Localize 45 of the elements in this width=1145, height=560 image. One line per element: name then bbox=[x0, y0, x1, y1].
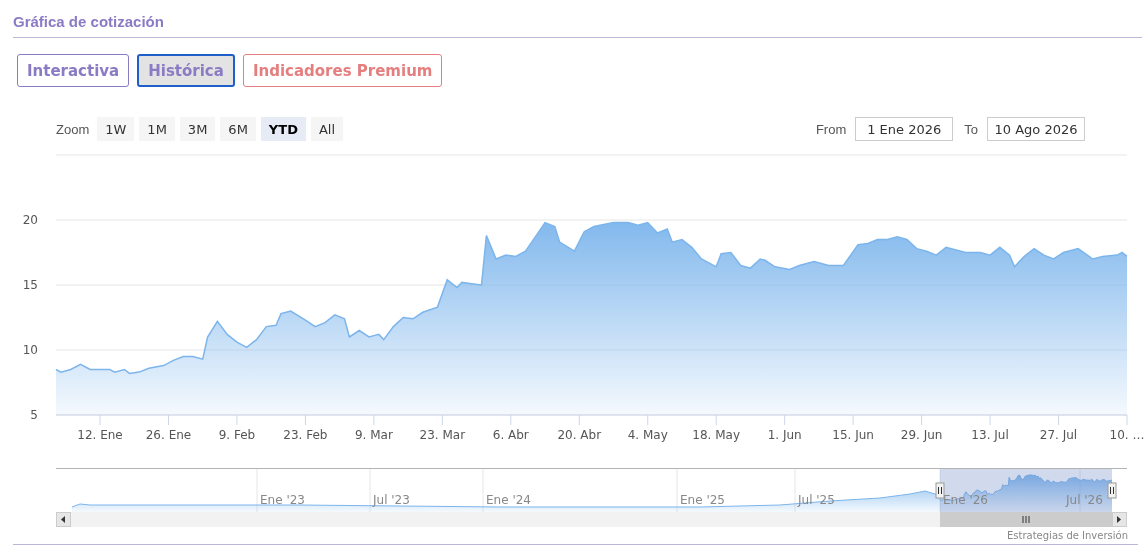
x-axis-label: 15. Jun bbox=[832, 428, 874, 442]
y-axis-label: 5 bbox=[30, 408, 38, 422]
zoom-button[interactable]: YTD bbox=[260, 117, 306, 141]
x-axis-label: 9. Feb bbox=[218, 428, 256, 442]
navigator-date-label: Jul '23 bbox=[373, 493, 410, 507]
range-handle[interactable] bbox=[1107, 482, 1117, 499]
from-date-field[interactable]: 1 Ene 2026 bbox=[855, 117, 954, 141]
chart-credit[interactable]: Estrategias de Inversión bbox=[1007, 530, 1128, 541]
navigator-date-label: Ene '23 bbox=[260, 493, 305, 507]
zoom-label: Zoom bbox=[56, 121, 90, 137]
x-axis-label: 6. Abr bbox=[492, 428, 529, 442]
chart-tab[interactable]: Interactiva bbox=[17, 54, 130, 87]
x-axis-label: 12. Ene bbox=[77, 428, 123, 442]
x-axis-label: 4. May bbox=[627, 428, 668, 442]
x-axis-label: 26. Ene bbox=[145, 428, 192, 442]
zoom-button[interactable]: 6M bbox=[220, 117, 256, 141]
x-axis-label: 23. Feb bbox=[283, 428, 328, 442]
navigator-date-label: Ene '24 bbox=[486, 493, 531, 507]
zoom-button[interactable]: 1W bbox=[97, 117, 135, 141]
x-axis-label: 20. Abr bbox=[557, 428, 602, 442]
y-axis-label: 15 bbox=[22, 278, 38, 292]
x-axis-label: 10. … bbox=[1109, 428, 1145, 442]
from-label: From bbox=[815, 121, 847, 137]
x-axis-label: 1. Jun bbox=[767, 428, 802, 442]
navigator-date-label: Ene '25 bbox=[680, 493, 725, 507]
section-title: Gráfica de cotización bbox=[13, 12, 165, 32]
x-axis-label: 18. May bbox=[692, 428, 741, 442]
scroll-left-button[interactable] bbox=[56, 512, 71, 527]
x-axis-label: 13. Jul bbox=[971, 428, 1009, 442]
x-axis-label: 23. Mar bbox=[419, 428, 466, 442]
zoom-button[interactable]: 3M bbox=[179, 117, 216, 141]
navigator-date-label: Jul '26 bbox=[1066, 493, 1103, 507]
scrollbar-thumb[interactable] bbox=[940, 512, 1112, 527]
zoom-button[interactable]: 1M bbox=[139, 117, 175, 141]
x-axis-label: 27. Jul bbox=[1039, 428, 1078, 442]
x-axis-label: 29. Jun bbox=[900, 428, 943, 442]
y-axis-label: 20 bbox=[22, 213, 38, 227]
to-date-field[interactable]: 10 Ago 2026 bbox=[987, 117, 1085, 141]
scroll-right-button[interactable] bbox=[1112, 512, 1127, 527]
zoom-button[interactable]: All bbox=[310, 117, 344, 141]
x-axis-label: 9. Mar bbox=[354, 428, 393, 442]
navigator-date-label: Ene '26 bbox=[943, 493, 988, 507]
y-axis-label: 10 bbox=[22, 343, 38, 357]
range-handle[interactable] bbox=[935, 482, 945, 499]
to-label: To bbox=[964, 121, 978, 137]
